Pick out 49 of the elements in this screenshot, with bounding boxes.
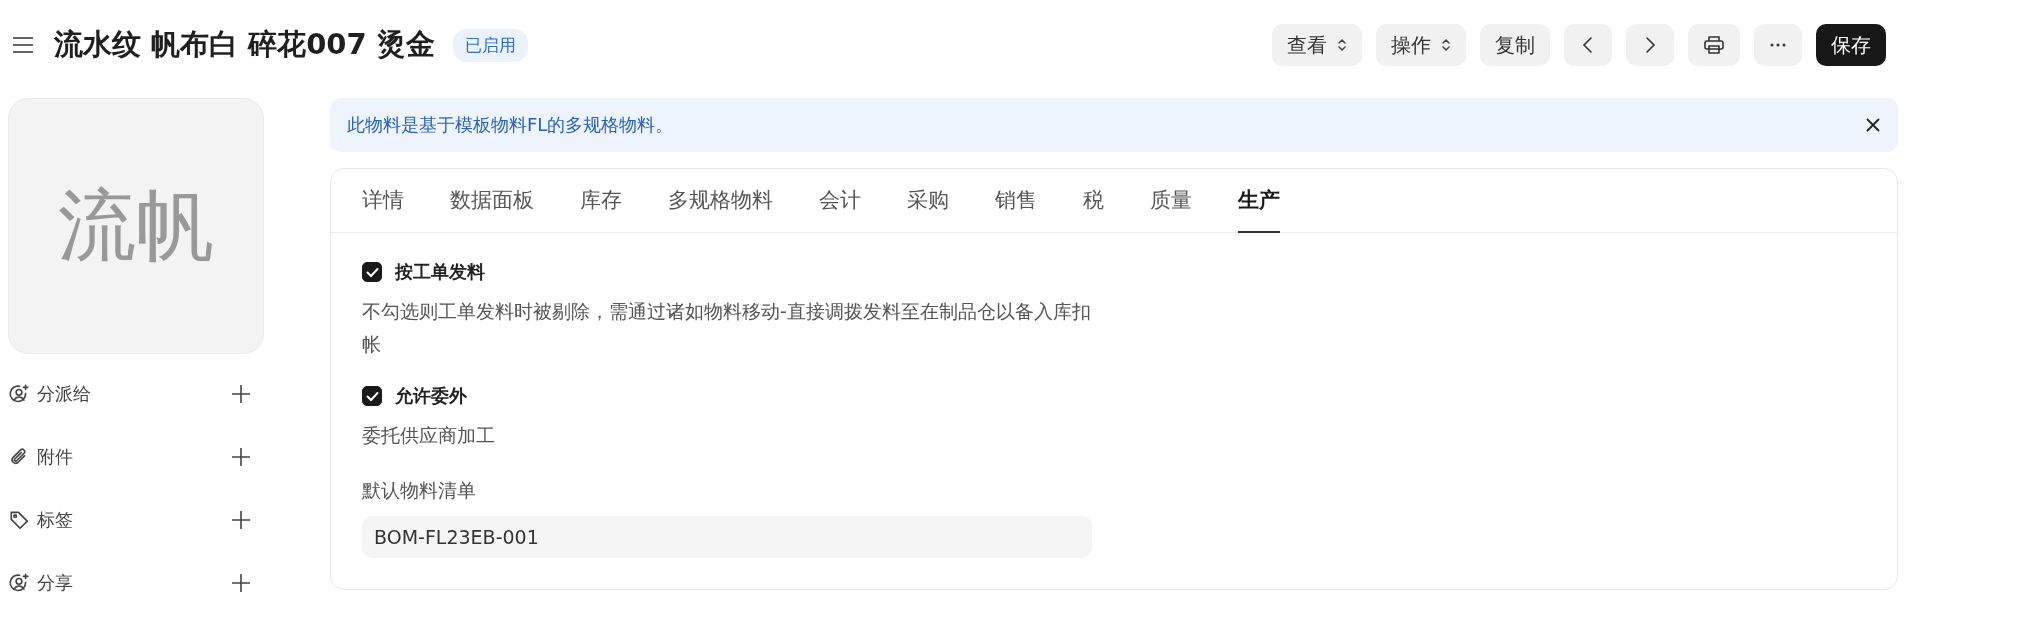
previous-button[interactable] xyxy=(1564,24,1612,66)
checkbox[interactable] xyxy=(362,386,382,406)
tab[interactable]: 采购 xyxy=(907,169,949,233)
add-icon[interactable] xyxy=(230,382,252,405)
checkbox-label: 允许委外 xyxy=(395,384,467,408)
sidebar-label: 分享 xyxy=(37,570,73,595)
field-description: 委托供应商加工 xyxy=(362,423,496,448)
tab[interactable]: 会计 xyxy=(819,169,861,233)
add-icon[interactable] xyxy=(230,508,252,531)
page-title: 流水纹 帆布白 碎花007 烫金 xyxy=(54,26,435,63)
next-button[interactable] xyxy=(1626,24,1674,66)
sort-caret-icon xyxy=(1337,37,1347,53)
sort-caret-icon xyxy=(1441,37,1451,53)
add-icon[interactable] xyxy=(230,571,252,594)
checkmark-icon xyxy=(365,390,379,402)
dropdown-button[interactable]: 查看 xyxy=(1272,24,1362,66)
menu-icon[interactable] xyxy=(12,35,34,55)
banner-text: 此物料是基于模板物料FL的多规格物料。 xyxy=(347,113,674,137)
tab[interactable]: 销售 xyxy=(995,169,1037,233)
checkbox-label: 按工单发料 xyxy=(395,260,485,284)
user-plus-icon xyxy=(8,382,30,405)
tab[interactable]: 税 xyxy=(1083,169,1104,233)
print-button[interactable] xyxy=(1688,24,1740,66)
checkmark-icon xyxy=(365,266,379,278)
field-label: 默认物料清单 xyxy=(362,478,477,503)
tab[interactable]: 生产 xyxy=(1238,169,1280,233)
chevron-left-icon xyxy=(1581,35,1595,55)
tab[interactable]: 详情 xyxy=(362,169,404,233)
save-button[interactable]: 保存 xyxy=(1816,24,1886,66)
field-description: 不勾选则工单发料时被剔除，需通过诸如物料移动-直接调拨发料至在制品仓以备入库扣帐 xyxy=(362,299,1092,357)
avatar-initials: 流帆 xyxy=(58,178,214,272)
tab[interactable]: 多规格物料 xyxy=(668,169,773,233)
sidebar-label: 标签 xyxy=(37,507,73,532)
sidebar-label: 附件 xyxy=(37,444,73,469)
printer-icon xyxy=(1703,35,1725,55)
dropdown-button[interactable]: 操作 xyxy=(1376,24,1466,66)
tab[interactable]: 数据面板 xyxy=(450,169,534,233)
sidebar-label: 分派给 xyxy=(37,381,91,406)
tag-icon xyxy=(8,508,30,531)
add-icon[interactable] xyxy=(230,445,252,468)
tab[interactable]: 库存 xyxy=(580,169,622,233)
checkbox[interactable] xyxy=(362,262,382,282)
chevron-right-icon xyxy=(1643,35,1657,55)
user-plus-icon xyxy=(8,571,30,594)
status-badge: 已启用 xyxy=(452,28,528,62)
input-field[interactable]: BOM-FL23EB-001 xyxy=(362,516,1092,558)
more-icon xyxy=(1769,42,1787,48)
copy-button[interactable]: 复制 xyxy=(1480,24,1550,66)
tab[interactable]: 质量 xyxy=(1150,169,1192,233)
